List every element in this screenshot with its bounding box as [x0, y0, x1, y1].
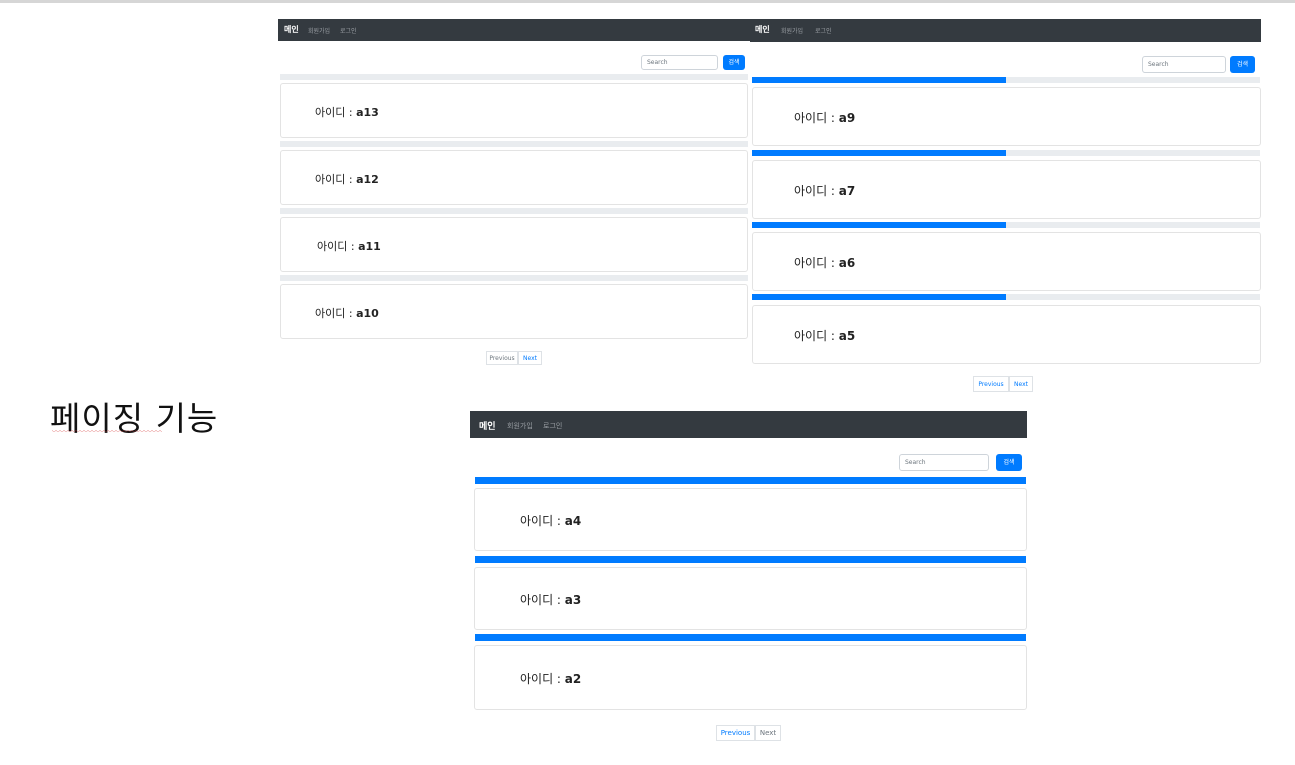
search-button[interactable]: 검색 [723, 55, 745, 70]
progress-fill [752, 294, 1006, 300]
search-placeholder: Search [647, 59, 668, 66]
list-item[interactable]: 아이디 : a4 [474, 488, 1027, 551]
previous-button[interactable]: Previous [973, 376, 1009, 392]
list-item-label: 아이디 : a10 [315, 307, 379, 320]
search-input[interactable]: Search [641, 55, 718, 70]
list-item-label: 아이디 : a5 [794, 329, 856, 343]
list-item[interactable]: 아이디 : a3 [474, 567, 1027, 630]
list-item[interactable]: 아이디 : a2 [474, 645, 1027, 710]
next-button[interactable]: Next [1009, 376, 1033, 392]
navbar: 메인 회원가입 로그인 [278, 19, 750, 41]
previous-button[interactable]: Previous [716, 725, 755, 741]
navbar: 메인 회원가입 로그인 [470, 411, 1027, 438]
list-item[interactable]: 아이디 : a10 [280, 284, 748, 339]
progress-fill [475, 477, 1026, 484]
list-item[interactable]: 아이디 : a11 [280, 217, 748, 272]
previous-button[interactable]: Previous [486, 351, 518, 365]
search-input[interactable]: Search [899, 454, 989, 471]
list-item-label: 아이디 : a6 [794, 256, 856, 270]
search-placeholder: Search [905, 459, 926, 466]
pagination: Previous Next [486, 351, 542, 365]
progress-fill [752, 77, 1006, 83]
list-item-label: 아이디 : a7 [794, 184, 856, 198]
progress-bar [475, 556, 1026, 563]
list-item[interactable]: 아이디 : a7 [752, 160, 1261, 219]
window-top-border [0, 0, 1295, 3]
screenshot-page-1: 메인 회원가입 로그인 Search 검색 아이디 : a13 아이디 : a1… [278, 19, 750, 371]
list-item-label: 아이디 : a11 [317, 240, 381, 253]
search-button[interactable]: 검색 [996, 454, 1022, 471]
pagination: Previous Next [973, 376, 1033, 392]
list-item[interactable]: 아이디 : a9 [752, 87, 1261, 146]
pagination: Previous Next [716, 725, 781, 741]
nav-brand[interactable]: 메인 [755, 24, 770, 35]
list-item[interactable]: 아이디 : a6 [752, 232, 1261, 291]
list-item[interactable]: 아이디 : a5 [752, 305, 1261, 364]
nav-brand[interactable]: 메인 [479, 419, 496, 432]
progress-bar [475, 477, 1026, 484]
progress-fill [475, 556, 1026, 563]
nav-link-login[interactable]: 로그인 [815, 26, 832, 35]
progress-fill [752, 222, 1006, 228]
screenshot-page-3: 메인 회원가입 로그인 Search 검색 아이디 : a4 아이디 : a3 … [470, 411, 1027, 745]
list-item-label: 아이디 : a3 [520, 593, 582, 607]
search-input[interactable]: Search [1142, 56, 1226, 73]
screenshot-page-2: 메인 회원가입 로그인 Search 검색 아이디 : a9 아이디 : a7 … [750, 19, 1261, 396]
nav-link-login[interactable]: 로그인 [340, 26, 357, 35]
list-item[interactable]: 아이디 : a13 [280, 83, 748, 138]
progress-bar [752, 77, 1260, 83]
progress-fill [752, 150, 1006, 156]
progress-bar [280, 74, 748, 80]
next-button[interactable]: Next [518, 351, 542, 365]
progress-fill [475, 634, 1026, 641]
search-placeholder: Search [1148, 61, 1169, 68]
list-item-label: 아이디 : a13 [315, 106, 379, 119]
progress-bar [280, 208, 748, 214]
list-item-label: 아이디 : a9 [794, 111, 856, 125]
search-button[interactable]: 검색 [1230, 56, 1255, 73]
nav-link-signup[interactable]: 회원가입 [781, 26, 803, 35]
progress-bar [752, 294, 1260, 300]
list-item-label: 아이디 : a12 [315, 173, 379, 186]
spellcheck-underline [52, 430, 162, 434]
nav-link-login[interactable]: 로그인 [543, 421, 562, 431]
progress-bar [280, 275, 748, 281]
progress-bar [752, 222, 1260, 228]
nav-link-signup[interactable]: 회원가입 [308, 26, 330, 35]
list-item-label: 아이디 : a4 [520, 514, 582, 528]
progress-bar [475, 634, 1026, 641]
progress-bar [752, 150, 1260, 156]
nav-brand[interactable]: 메인 [284, 24, 299, 35]
nav-link-signup[interactable]: 회원가입 [507, 421, 533, 431]
list-item-label: 아이디 : a2 [520, 672, 582, 686]
progress-bar [280, 141, 748, 147]
next-button[interactable]: Next [755, 725, 781, 741]
paging-feature-caption: 페이징 기능 [50, 392, 218, 440]
list-item[interactable]: 아이디 : a12 [280, 150, 748, 205]
navbar: 메인 회원가입 로그인 [750, 19, 1261, 42]
